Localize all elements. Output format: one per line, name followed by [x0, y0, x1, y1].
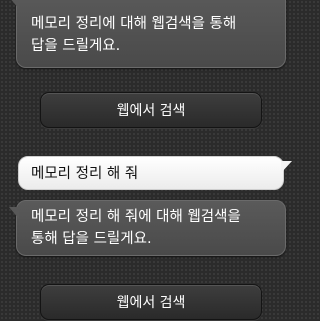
web-search-button[interactable]: 웹에서 검색	[40, 284, 262, 320]
user-message: 메모리 정리 해 줘	[18, 156, 292, 190]
assistant-message-line: 답을 드릴게요.	[31, 38, 121, 54]
assistant-message-line: 메모리 정리에 대해 웹검색을 통해	[31, 16, 237, 32]
user-message-text: 메모리 정리 해 줘	[31, 166, 139, 182]
web-search-button[interactable]: 웹에서 검색	[40, 92, 262, 128]
assistant-message: 메모리 정리 해 줘에 대해 웹검색을 통해 답을 드릴게요.	[9, 200, 286, 256]
assistant-message-line: 통해 답을 드릴게요.	[31, 231, 152, 247]
assistant-message: 메모리 정리에 대해 웹검색을 통해 답을 드릴게요.	[9, 0, 286, 68]
assistant-message-line: 메모리 정리 해 줘에 대해 웹검색을	[31, 209, 241, 225]
